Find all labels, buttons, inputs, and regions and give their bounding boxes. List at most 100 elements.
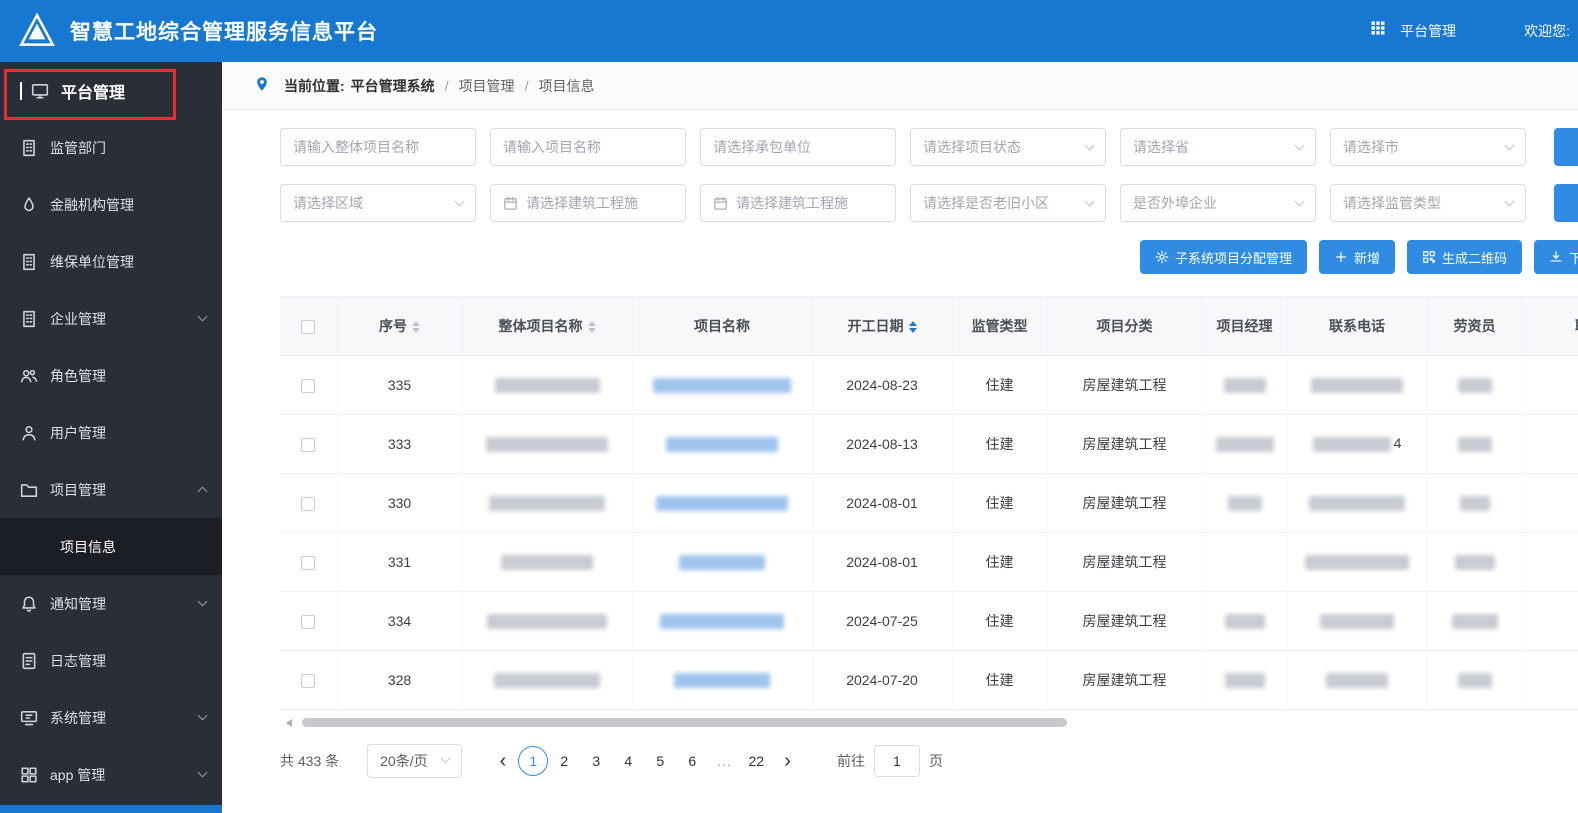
sidebar-item-enterprise[interactable]: 企业管理 (0, 290, 222, 347)
sidebar-item-regulator[interactable]: 监管部门 (0, 119, 222, 176)
redacted-project-manager (1223, 377, 1266, 393)
bell-icon (20, 595, 38, 613)
sidebar-item-maintenance[interactable]: 维保单位管理 (0, 233, 222, 290)
search-button[interactable] (1554, 128, 1578, 166)
breadcrumb-label: 当前位置: (284, 77, 345, 94)
filter-select-input[interactable]: 请选择项目状态 (910, 128, 1106, 166)
chevron-down-icon (1084, 196, 1095, 206)
page-button-3[interactable]: 3 (580, 746, 612, 776)
seq-cell: 330 (337, 473, 463, 533)
action-button-download[interactable]: 下载 (1533, 240, 1578, 274)
main-content: 当前位置: 平台管理系统 / 项目管理 / 项目信息 请输入整体项目名称 请输入项… (222, 62, 1578, 813)
action-button-assign[interactable]: 子系统项目分配管理 (1139, 240, 1307, 274)
building-icon (20, 139, 38, 157)
filter-date-input[interactable]: 请选择建筑工程施 (700, 184, 896, 222)
sidebar-item-platform[interactable]: 平台管理 (0, 62, 222, 119)
goto-page-input[interactable]: 1 (873, 744, 920, 777)
sort-icon[interactable] (412, 321, 420, 334)
action-button-add[interactable]: 新增 (1318, 240, 1395, 274)
sidebar-item-logs[interactable]: 日志管理 (0, 632, 222, 689)
page-button-2[interactable]: 2 (548, 746, 580, 776)
redacted-overall-project-name (494, 377, 600, 393)
filter-select-input[interactable]: 请选择市 (1330, 128, 1526, 166)
next-page-button[interactable]: › (772, 751, 803, 771)
sidebar-bottom-strip (0, 805, 222, 813)
sidebar-item-system[interactable]: 系统管理 (0, 689, 222, 746)
sidebar-item-finance[interactable]: 金融机构管理 (0, 176, 222, 233)
page-button-5[interactable]: 5 (644, 746, 676, 776)
redacted-phone (1305, 554, 1409, 570)
redacted-project-name-link[interactable] (679, 554, 765, 570)
sidebar-item-users[interactable]: 用户管理 (0, 404, 222, 461)
filter-select-input[interactable]: 请选择是否老旧小区 (910, 184, 1106, 222)
page-button-22[interactable]: 22 (740, 746, 772, 776)
row-checkbox[interactable] (301, 437, 316, 452)
sidebar-item-notify[interactable]: 通知管理 (0, 575, 222, 632)
column-header[interactable]: 开工日期 (812, 297, 953, 356)
redacted-project-name-link[interactable] (666, 436, 778, 452)
redacted-project-name-link[interactable] (674, 672, 770, 688)
sidebar-item-roles[interactable]: 角色管理 (0, 347, 222, 404)
filter-select-input[interactable]: 请选择区域 (280, 184, 476, 222)
filter-text-input[interactable]: 请输入整体项目名称 (280, 128, 476, 166)
redacted-phone (1312, 436, 1391, 452)
redacted-labor-officer (1451, 613, 1498, 629)
qrcode-icon (1422, 250, 1436, 264)
row-checkbox[interactable] (301, 555, 316, 570)
horizontal-scrollbar[interactable] (280, 717, 1578, 728)
category-cell: 房屋建筑工程 (1047, 532, 1203, 592)
filter-select-input[interactable]: 是否外埠企业 (1120, 184, 1316, 222)
apps-grid-icon[interactable] (1370, 20, 1392, 42)
bank-icon (20, 196, 38, 214)
sort-icon[interactable] (587, 321, 596, 334)
table-header-row: 序号整体项目名称项目名称开工日期监管类型项目分类项目经理联系电话劳资员联 (280, 297, 1578, 356)
total-count: 共 433 条 (280, 752, 340, 769)
page-button-4[interactable]: 4 (612, 746, 644, 776)
regulator-type-cell: 住建 (952, 414, 1048, 474)
column-header[interactable]: 序号 (337, 297, 463, 356)
platform-nav-label[interactable]: 平台管理 (1400, 21, 1456, 41)
chevron-down-icon (440, 753, 451, 764)
chevron-down-icon (1504, 196, 1515, 206)
filter-date-input[interactable]: 请选择建筑工程施 (490, 184, 686, 222)
sidebar-item-project-info[interactable]: 项目信息 (0, 518, 222, 575)
row-checkbox[interactable] (301, 614, 316, 629)
search-button[interactable] (1554, 184, 1578, 222)
page-size-select[interactable]: 20条/页 (367, 743, 462, 778)
scrollbar-thumb[interactable] (302, 717, 1067, 727)
column-header[interactable]: 整体项目名称 (462, 297, 633, 356)
filter-text-input[interactable]: 请选择承包单位 (700, 128, 896, 166)
monitor-icon (31, 82, 49, 100)
goto-suffix: 页 (928, 752, 943, 769)
placeholder-text: 请输入项目名称 (503, 139, 601, 155)
redacted-project-name-link[interactable] (653, 377, 791, 393)
redacted-project-manager (1227, 495, 1262, 511)
redacted-labor-officer (1459, 495, 1490, 511)
placeholder-text: 请选择建筑工程施 (736, 195, 848, 211)
redacted-overall-project-name (494, 672, 600, 688)
page-button-1[interactable]: 1 (518, 745, 549, 776)
grid-icon (20, 766, 38, 784)
prev-page-button[interactable]: ‹ (488, 751, 519, 771)
row-checkbox[interactable] (301, 378, 316, 393)
page-button-6[interactable]: 6 (676, 746, 708, 776)
breadcrumb-item-projects[interactable]: 项目管理 (459, 76, 515, 96)
filter-select-input[interactable]: 请选择监管类型 (1330, 184, 1526, 222)
chevron-down-icon (197, 710, 208, 721)
sidebar-item-app[interactable]: app 管理 (0, 746, 222, 803)
sort-icon[interactable] (908, 321, 917, 334)
select-all-checkbox[interactable] (301, 319, 316, 334)
filter-select-input[interactable]: 请选择省 (1120, 128, 1316, 166)
calendar-icon (713, 196, 728, 211)
seq-cell: 333 (337, 414, 463, 474)
row-checkbox[interactable] (301, 673, 316, 688)
sidebar-item-projects[interactable]: 项目管理 (0, 461, 222, 518)
breadcrumb-root[interactable]: 平台管理系统 (351, 76, 435, 96)
redacted-project-name-link[interactable] (660, 613, 784, 629)
placeholder-text: 请选择建筑工程施 (526, 195, 638, 211)
breadcrumb-item-project-info[interactable]: 项目信息 (538, 76, 594, 96)
row-checkbox[interactable] (301, 496, 316, 511)
redacted-project-name-link[interactable] (656, 495, 788, 511)
action-button-generate-qrcode[interactable]: 生成二维码 (1406, 240, 1522, 274)
filter-text-input[interactable]: 请输入项目名称 (490, 128, 686, 166)
